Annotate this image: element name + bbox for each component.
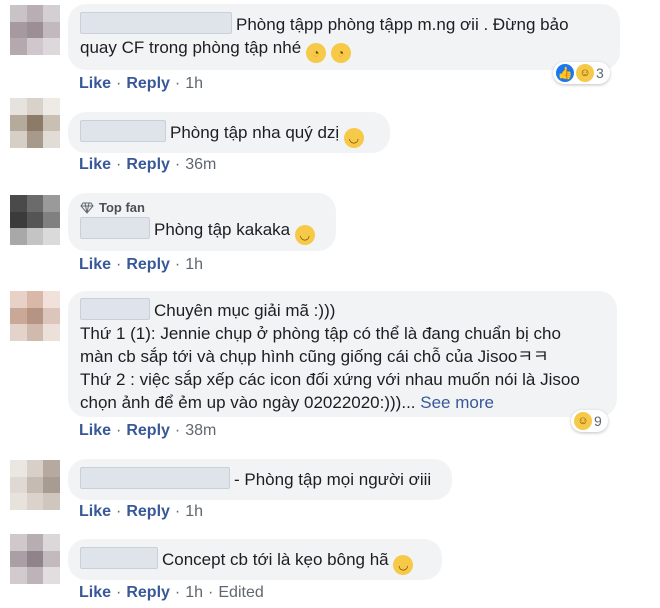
separator: ·	[116, 422, 122, 439]
comment-actions: Like · Reply · 1h	[79, 256, 203, 274]
reply-link[interactable]: Reply	[126, 256, 170, 273]
comment-actions: Like · Reply · 1h	[79, 75, 203, 93]
like-link[interactable]: Like	[79, 422, 111, 439]
commenter-name[interactable]	[80, 120, 166, 142]
comment-text: Thứ 1 (1): Jennie chụp ở phòng tập có th…	[80, 324, 561, 343]
top-fan-label: Top fan	[99, 200, 145, 215]
avatar[interactable]	[10, 460, 60, 510]
timestamp[interactable]: 36m	[185, 156, 216, 173]
avatar[interactable]	[10, 5, 60, 55]
like-link[interactable]: Like	[79, 503, 111, 520]
top-fan-badge: Top fan	[80, 199, 322, 217]
comment-actions: Like · Reply · 1h · Edited	[79, 584, 264, 602]
rolling-eyes-emoji: ◔	[330, 43, 351, 63]
separator: ·	[208, 584, 214, 601]
comment-bubble: - Phòng tập mọi người ơiii	[68, 459, 452, 500]
grin-emoji: ◡	[393, 555, 414, 575]
separator: ·	[116, 584, 122, 601]
grin-emoji: ◡	[294, 225, 315, 245]
timestamp[interactable]: 1h	[185, 584, 203, 601]
avatar[interactable]	[10, 98, 60, 148]
comment-text: Chuyên mục giải mã :)))	[154, 301, 336, 320]
like-link[interactable]: Like	[79, 156, 111, 173]
separator: ·	[116, 503, 122, 520]
commenter-name[interactable]	[80, 217, 150, 239]
edited-label[interactable]: Edited	[218, 584, 263, 601]
like-icon: 👍	[556, 64, 574, 82]
avatar[interactable]	[10, 195, 60, 245]
comment-bubble: Phòng tập nha quý dzị ◡	[68, 112, 390, 153]
comment-bubble: Top fan Phòng tập kakaka ◡	[68, 193, 336, 251]
separator: ·	[174, 503, 181, 520]
separator: ·	[174, 422, 181, 439]
comment-text: Phòng tập kakaka	[154, 220, 291, 239]
reply-link[interactable]: Reply	[126, 422, 170, 439]
reactions-summary[interactable]: 👍 ☺ 3	[553, 62, 610, 84]
comment-text: màn cb sắp tới và chụp hình cũng giống c…	[80, 347, 549, 366]
like-link[interactable]: Like	[79, 256, 111, 273]
avatar[interactable]	[10, 534, 60, 584]
comment-text: Phòng tập nha quý dzị	[170, 123, 340, 142]
comment-actions: Like · Reply · 36m	[79, 156, 216, 174]
smirk-emoji: ◡	[343, 128, 364, 148]
comment-text: Concept cb tới là kẹo bông hã	[162, 550, 389, 569]
separator: ·	[174, 256, 181, 273]
timestamp[interactable]: 1h	[185, 503, 203, 520]
reaction-count: 3	[596, 65, 604, 81]
haha-icon: ☺	[576, 64, 594, 82]
haha-icon: ☺	[574, 412, 592, 430]
timestamp[interactable]: 1h	[185, 75, 203, 92]
separator: ·	[174, 75, 181, 92]
comment-text: - Phòng tập mọi người ơiii	[234, 470, 432, 489]
separator: ·	[174, 156, 181, 173]
reply-link[interactable]: Reply	[126, 156, 170, 173]
comment-actions: Like · Reply · 38m	[79, 422, 216, 440]
reply-link[interactable]: Reply	[126, 503, 170, 520]
reply-link[interactable]: Reply	[126, 584, 170, 601]
commenter-name[interactable]	[80, 12, 232, 34]
commenter-name[interactable]	[80, 298, 150, 320]
comment-text: quay CF trong phòng tập nhé	[80, 38, 302, 57]
comment-text: Thứ 2 : việc sắp xếp các icon đối xứng v…	[80, 370, 580, 389]
comment-bubble: Phòng tậpp phòng tậpp m.ng ơii . Đừng bả…	[68, 4, 620, 70]
reactions-summary[interactable]: ☺ 9	[571, 410, 608, 432]
comment-bubble: Concept cb tới là kẹo bông hã ◡	[68, 539, 442, 580]
reply-link[interactable]: Reply	[126, 75, 170, 92]
like-link[interactable]: Like	[79, 75, 111, 92]
timestamp[interactable]: 38m	[185, 422, 216, 439]
diamond-icon	[80, 202, 94, 214]
commenter-name[interactable]	[80, 547, 158, 569]
separator: ·	[116, 75, 122, 92]
comment-text: Phòng tậpp phòng tậpp m.ng ơii . Đừng bả…	[236, 15, 569, 34]
comment-bubble: Chuyên mục giải mã :))) Thứ 1 (1): Jenni…	[68, 291, 617, 417]
comment-actions: Like · Reply · 1h	[79, 503, 203, 521]
see-more-link[interactable]: See more	[420, 393, 494, 412]
comment-text: chọn ảnh để ẻm up vào ngày 02022020:))).…	[80, 393, 416, 412]
like-link[interactable]: Like	[79, 584, 111, 601]
separator: ·	[116, 156, 122, 173]
commenter-name[interactable]	[80, 467, 230, 489]
avatar[interactable]	[10, 291, 60, 341]
reaction-count: 9	[594, 413, 602, 429]
separator: ·	[116, 256, 122, 273]
separator: ·	[174, 584, 181, 601]
rolling-eyes-emoji: ◔	[305, 43, 326, 63]
timestamp[interactable]: 1h	[185, 256, 203, 273]
